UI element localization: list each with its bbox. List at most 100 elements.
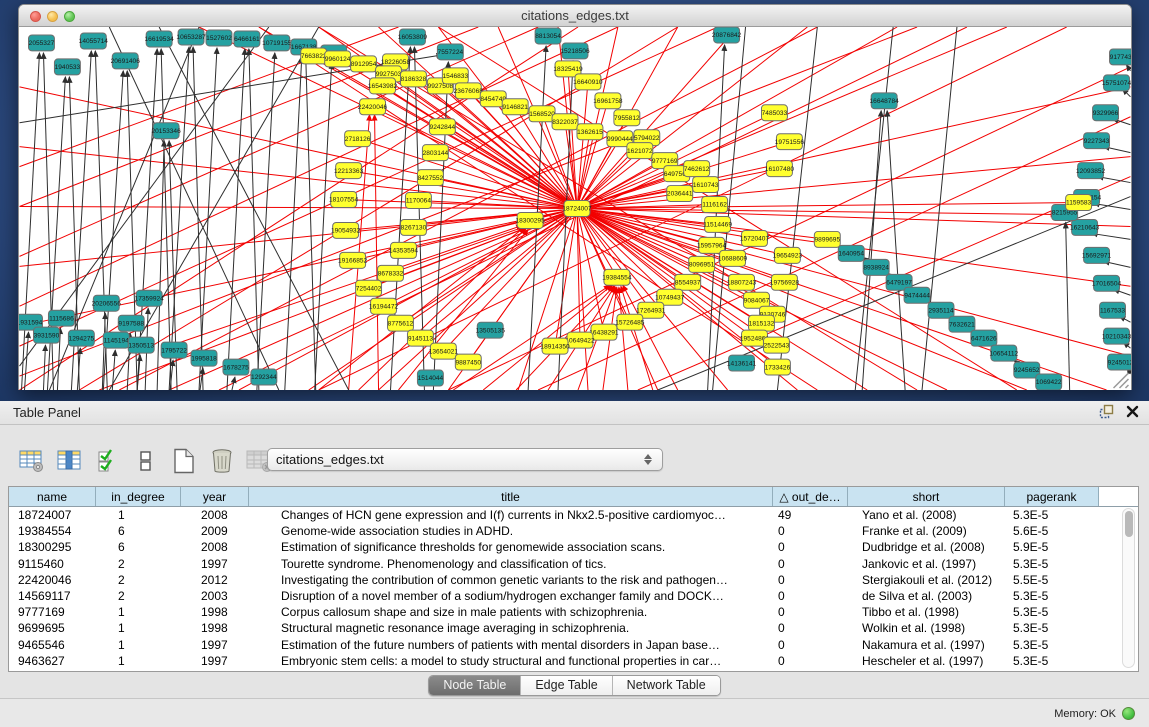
column-header-name[interactable]: name (9, 487, 96, 506)
table-panel-body: f(x) citations_edges.txt namein_degreeye… (0, 425, 1149, 727)
cell-year: 1997 (181, 654, 249, 668)
cell-year: 2009 (181, 524, 249, 538)
table-select[interactable]: citations_edges.txt (267, 448, 663, 471)
column-header-out_degree[interactable]: △ out_de… (773, 487, 848, 506)
cell-year: 2003 (181, 589, 249, 603)
row-height-button[interactable] (132, 447, 160, 475)
table-row[interactable]: 977716911998Corpus callosum shape and si… (9, 604, 1138, 620)
svg-text:16210643: 16210643 (1070, 225, 1100, 232)
node-table[interactable]: namein_degreeyeartitle△ out_de…shortpage… (8, 486, 1139, 672)
svg-text:1167533: 1167533 (1100, 307, 1125, 314)
cell-out_degree: 0 (773, 654, 848, 668)
svg-text:9197588: 9197588 (118, 320, 144, 327)
svg-text:9990444: 9990444 (607, 136, 633, 143)
svg-text:8427552: 8427552 (418, 175, 444, 182)
tab-network-table[interactable]: Network Table (613, 676, 720, 695)
svg-text:1350513: 1350513 (128, 342, 154, 349)
cell-short: Hescheler et al. (1997) (848, 654, 1005, 668)
svg-text:7485033: 7485033 (762, 110, 788, 117)
table-row[interactable]: 911546021997Tourette syndrome. Phenomeno… (9, 556, 1138, 572)
column-header-in_degree[interactable]: in_degree (96, 487, 181, 506)
svg-text:1115686: 1115686 (49, 315, 74, 322)
table-row[interactable]: 2242004622012Investigating the contribut… (9, 572, 1138, 588)
table-row[interactable]: 969969511998Structural magnetic resonanc… (9, 620, 1138, 636)
cell-in_degree: 6 (96, 540, 181, 554)
svg-text:1995818: 1995818 (191, 355, 217, 362)
tab-node-table[interactable]: Node Table (429, 676, 521, 695)
cell-short: Stergiakouli et al. (2012) (848, 573, 1005, 587)
cell-pagerank: 5.6E-5 (1005, 524, 1099, 538)
memory-status-label: Memory: OK (1054, 708, 1116, 720)
network-canvas[interactable]: 2055327194053314055714206914061661953410… (19, 27, 1131, 390)
svg-text:1159583: 1159583 (1066, 200, 1091, 207)
table-row[interactable]: 1830029562008Estimation of significance … (9, 539, 1138, 555)
new-table-button[interactable] (170, 447, 198, 475)
table-settings-button[interactable] (18, 447, 46, 475)
column-header-year[interactable]: year (181, 487, 249, 506)
window-resize-grip[interactable] (1114, 373, 1129, 388)
svg-text:8322037: 8322037 (552, 119, 578, 126)
cell-title: Genome-wide association studies in ADHD. (249, 524, 773, 538)
column-header-pagerank[interactable]: pagerank (1005, 487, 1099, 506)
svg-text:1815132: 1815132 (749, 320, 775, 327)
network-view-background: citations_edges.txt 20553271940533140557… (0, 0, 1149, 401)
svg-text:12213363: 12213363 (334, 168, 364, 175)
svg-text:8813054: 8813054 (535, 33, 561, 40)
cell-short: Tibbo et al. (1998) (848, 605, 1005, 619)
column-header-title[interactable]: title (249, 487, 773, 506)
svg-text:17016504: 17016504 (1092, 280, 1122, 287)
svg-text:10649422: 10649422 (565, 337, 595, 344)
svg-text:1514044: 1514044 (418, 375, 444, 382)
table-row[interactable]: 1872400712008Changes of HCN gene express… (9, 507, 1138, 523)
svg-text:8678332: 8678332 (378, 271, 404, 278)
network-window-titlebar[interactable]: citations_edges.txt (19, 5, 1131, 27)
column-header-short[interactable]: short (848, 487, 1005, 506)
tab-edge-table[interactable]: Edge Table (521, 676, 612, 695)
svg-text:9777169: 9777169 (652, 158, 678, 165)
svg-text:19384554: 19384554 (602, 275, 632, 282)
table-panel-header: Table Panel (0, 401, 1149, 425)
table-row[interactable]: 1456911722003Disruption of a novel membe… (9, 588, 1138, 604)
network-window[interactable]: citations_edges.txt 20553271940533140557… (18, 4, 1132, 390)
svg-text:7663822: 7663822 (301, 53, 327, 60)
svg-text:15751074: 15751074 (1102, 80, 1131, 87)
table-scrollbar-thumb[interactable] (1125, 511, 1133, 537)
svg-text:20206556: 20206556 (92, 300, 122, 307)
svg-text:18107554: 18107554 (329, 197, 359, 204)
network-graph[interactable]: 2055327194053314055714206914061661953410… (19, 27, 1131, 390)
cell-name: 9115460 (9, 557, 96, 571)
cell-pagerank: 5.3E-5 (1005, 508, 1099, 522)
cell-year: 2008 (181, 540, 249, 554)
show-columns-button[interactable] (56, 447, 84, 475)
select-checks-button[interactable] (94, 447, 122, 475)
svg-text:19166852: 19166852 (338, 258, 368, 265)
table-row[interactable]: 946362711997Embryonic stem cells: a mode… (9, 653, 1138, 669)
close-panel-icon[interactable] (1126, 405, 1139, 418)
svg-text:1568520: 1568520 (529, 111, 555, 118)
float-panel-icon[interactable] (1099, 404, 1114, 419)
svg-text:1795722: 1795722 (161, 347, 187, 354)
memory-ok-indicator[interactable] (1122, 707, 1135, 720)
cell-pagerank: 5.3E-5 (1005, 654, 1099, 668)
table-scrollbar[interactable] (1122, 508, 1135, 668)
delete-table-button[interactable] (208, 447, 236, 475)
svg-text:15218506: 15218506 (560, 48, 590, 55)
table-row[interactable]: 1938455462009Genome-wide association stu… (9, 523, 1138, 539)
cell-short: Dudbridge et al. (2008) (848, 540, 1005, 554)
cytoscape-app: citations_edges.txt 20553271940533140557… (0, 0, 1149, 727)
table-header-row: namein_degreeyeartitle△ out_de…shortpage… (9, 487, 1138, 507)
cell-in_degree: 2 (96, 557, 181, 571)
cell-year: 1997 (181, 638, 249, 652)
cell-out_degree: 0 (773, 589, 848, 603)
svg-text:18300295: 18300295 (515, 218, 545, 225)
svg-text:1733426: 1733426 (765, 364, 791, 371)
svg-text:19054932: 19054932 (331, 228, 361, 235)
svg-text:20876842: 20876842 (712, 32, 742, 39)
cell-name: 18300295 (9, 540, 96, 554)
svg-text:18226058: 18226058 (381, 59, 411, 66)
svg-text:9146821: 9146821 (502, 104, 528, 111)
cell-name: 22420046 (9, 573, 96, 587)
table-row[interactable]: 946554611997Estimation of the future num… (9, 637, 1138, 653)
svg-text:23676068: 23676068 (454, 88, 484, 95)
cell-pagerank: 5.3E-5 (1005, 605, 1099, 619)
